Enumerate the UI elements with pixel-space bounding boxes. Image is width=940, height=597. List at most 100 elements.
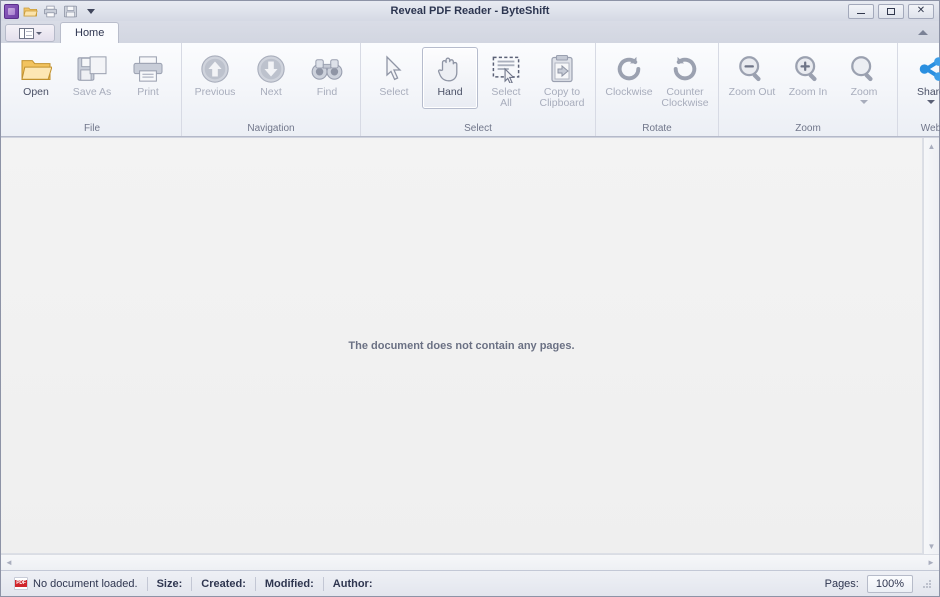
vertical-scrollbar[interactable]: ▲ ▼ — [923, 138, 939, 554]
ribbon-group-select-label: Select — [464, 123, 492, 134]
ribbon-group-file-label: File — [83, 123, 101, 134]
ribbon-group-rotate-label: Rotate — [642, 123, 672, 134]
tab-strip: Home — [1, 21, 939, 43]
folder-open-icon — [20, 52, 52, 86]
ribbon-group-zoom: Zoom Out Zoom In Zoom Zoom — [719, 43, 898, 136]
share-button[interactable]: Share — [903, 47, 940, 109]
size-cell: Size: — [156, 577, 183, 590]
created-cell: Created: — [201, 577, 246, 590]
chevron-up-icon — [917, 29, 928, 35]
select-all-button[interactable]: Select All — [478, 47, 534, 110]
print-button-label: Print — [137, 86, 159, 98]
ribbon-group-web: Share Web — [898, 43, 940, 136]
magnifier-icon — [849, 52, 879, 86]
quick-access-toolbar — [1, 3, 99, 20]
print-icon[interactable] — [42, 3, 59, 20]
save-as-button-label: Save As — [72, 86, 112, 98]
next-button-label: Next — [260, 86, 282, 98]
customize-icon[interactable] — [82, 3, 99, 20]
previous-button-label: Previous — [194, 86, 236, 98]
scroll-right-icon[interactable]: ► — [923, 555, 939, 571]
author-cell: Author: — [332, 577, 373, 590]
close-button[interactable]: ✕ — [908, 3, 934, 19]
tab-home[interactable]: Home — [60, 22, 120, 43]
ribbon-group-zoom-label: Zoom — [795, 123, 821, 134]
pdf-file-icon: PDF — [14, 577, 28, 590]
arrow-up-circle-icon — [200, 52, 230, 86]
select-tool-label: Select — [379, 86, 409, 98]
document-state-cell: PDF No document loaded. — [5, 575, 147, 593]
rotate-counter-clockwise-button[interactable]: Counter Clockwise — [657, 47, 713, 110]
hand-tool-button[interactable]: Hand — [422, 47, 478, 109]
rotate-clockwise-label: Clockwise — [605, 86, 653, 98]
next-button[interactable]: Next — [243, 47, 299, 109]
chevron-down-icon — [927, 100, 935, 104]
find-button[interactable]: Find — [299, 47, 355, 109]
scroll-left-icon[interactable]: ◄ — [1, 555, 17, 571]
ribbon-group-navigation-label: Navigation — [247, 123, 295, 134]
horizontal-scrollbar[interactable]: ◄ ► — [1, 554, 939, 570]
scroll-up-icon[interactable]: ▲ — [924, 138, 939, 154]
share-nodes-icon — [916, 52, 940, 86]
cursor-arrow-icon — [381, 52, 407, 86]
view-layout-button[interactable] — [5, 24, 55, 42]
select-all-label: Select All — [491, 86, 521, 109]
ribbon-group-file: Open Save As Print File — [3, 43, 182, 136]
zoom-menu-button[interactable]: Zoom — [836, 47, 892, 109]
save-as-icon — [76, 52, 108, 86]
copy-to-clipboard-label: Copy to Clipboard — [539, 86, 585, 109]
save-as-button[interactable]: Save As — [64, 47, 120, 109]
zoom-in-button[interactable]: Zoom In — [780, 47, 836, 109]
open-icon[interactable] — [22, 3, 39, 20]
copy-to-clipboard-button[interactable]: Copy to Clipboard — [534, 47, 590, 110]
printer-icon — [132, 52, 164, 86]
ribbon-group-select: Select Hand Select All Copy to Clipboard… — [361, 43, 596, 136]
rotate-cw-icon — [614, 52, 644, 86]
zoom-menu-label: Zoom — [850, 86, 878, 98]
document-state-label: No document loaded. — [33, 577, 138, 590]
ribbon-group-web-label: Web — [920, 123, 940, 134]
binoculars-icon — [311, 52, 343, 86]
magnifier-minus-icon — [737, 52, 767, 86]
pages-label: Pages: — [824, 577, 859, 590]
clipboard-icon — [548, 52, 576, 86]
maximize-button[interactable] — [878, 3, 904, 19]
window-title: Reveal PDF Reader - ByteShift — [390, 5, 550, 17]
save-icon[interactable] — [62, 3, 79, 20]
document-canvas[interactable]: The document does not contain any pages. — [1, 138, 923, 554]
ribbon-group-navigation: Previous Next Find Navigation — [182, 43, 361, 136]
zoom-in-label: Zoom In — [788, 86, 828, 98]
chevron-down-icon — [860, 100, 868, 104]
modified-cell: Modified: — [264, 577, 314, 590]
empty-document-message: The document does not contain any pages. — [348, 339, 575, 352]
select-tool-button[interactable]: Select — [366, 47, 422, 109]
rotate-ccw-icon — [670, 52, 700, 86]
ribbon: Open Save As Print File Previous Next Fi… — [1, 43, 940, 137]
open-button-label: Open — [23, 86, 49, 98]
magnifier-plus-icon — [793, 52, 823, 86]
print-button[interactable]: Print — [120, 47, 176, 109]
collapse-ribbon-button[interactable] — [914, 24, 931, 40]
hand-icon — [437, 52, 463, 86]
application-window: Reveal PDF Reader - ByteShift ✕ Home Ope… — [0, 0, 940, 597]
rotate-counter-clockwise-label: Counter Clockwise — [661, 86, 709, 109]
select-all-icon — [491, 52, 521, 86]
app-icon[interactable] — [4, 3, 19, 19]
window-controls: ✕ — [848, 3, 939, 19]
hand-tool-label: Hand — [437, 86, 463, 98]
chevron-down-icon — [35, 31, 42, 35]
scroll-down-icon[interactable]: ▼ — [924, 538, 939, 554]
share-button-label: Share — [916, 86, 940, 98]
status-right: Pages: 100% — [824, 574, 935, 593]
rotate-clockwise-button[interactable]: Clockwise — [601, 47, 657, 109]
document-area: The document does not contain any pages.… — [1, 137, 939, 570]
previous-button[interactable]: Previous — [187, 47, 243, 109]
zoom-level-box[interactable]: 100% — [866, 574, 913, 593]
minimize-button[interactable] — [848, 3, 874, 19]
find-button-label: Find — [316, 86, 338, 98]
zoom-out-button[interactable]: Zoom Out — [724, 47, 780, 109]
open-button[interactable]: Open — [8, 47, 64, 109]
document-main: The document does not contain any pages.… — [1, 138, 939, 554]
zoom-out-label: Zoom Out — [728, 86, 776, 98]
resize-grip[interactable] — [921, 578, 933, 590]
